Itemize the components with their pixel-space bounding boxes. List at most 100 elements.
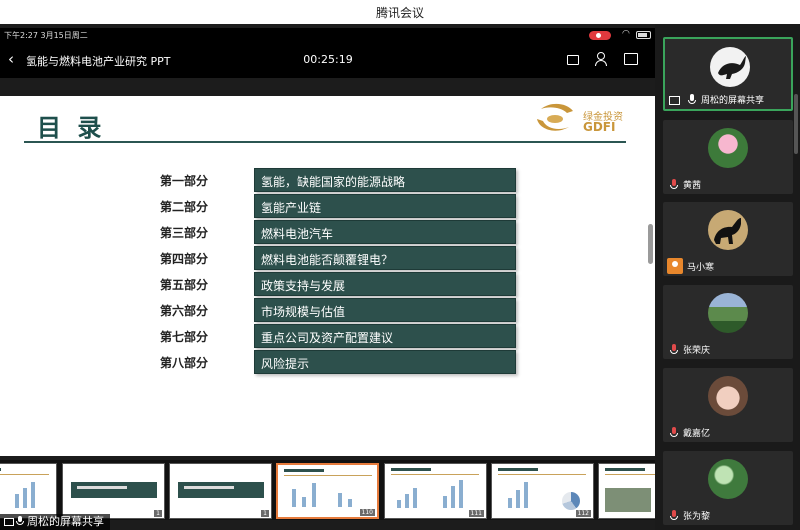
toc-title: 氢能产业链 <box>261 201 322 215</box>
thumb-header <box>605 468 645 471</box>
thumb-rule <box>284 475 372 476</box>
person-icon <box>667 258 683 274</box>
toc-title: 燃料电池汽车 <box>261 227 334 241</box>
logo-mark-icon <box>537 103 573 131</box>
logo-text-en: GDFI <box>583 120 616 134</box>
toc-row: 第三部分 燃料电池汽车 <box>160 220 520 244</box>
participant-tile[interactable]: 张为黎 <box>663 451 793 525</box>
toc-title-box: 氢能，缺能国家的能源战略 <box>254 168 516 192</box>
slide-thumbnail[interactable]: 1 <box>62 463 165 519</box>
thumb-photo <box>605 488 651 512</box>
fold-icon[interactable] <box>566 52 580 66</box>
thumb-number: 110 <box>359 509 375 516</box>
thumb-bar <box>524 482 528 508</box>
thumb-number: 112 <box>575 510 591 517</box>
toc-part-label: 第一部分 <box>160 174 209 188</box>
back-button[interactable]: ‹ <box>8 51 14 67</box>
mic-icon <box>687 94 697 105</box>
participant-name: 张为黎 <box>683 512 711 522</box>
thumb-rule <box>0 474 49 475</box>
mic-muted-icon <box>669 179 679 190</box>
participant-tile[interactable]: 周松的屏幕共享 <box>663 37 793 111</box>
toc-title: 风险提示 <box>261 357 310 371</box>
mic-muted-icon <box>669 510 679 521</box>
participant-name: 黄茜 <box>683 181 702 191</box>
screen-share-icon <box>669 96 680 105</box>
status-time: 下午2:27 3月15日周二 <box>4 31 88 40</box>
thumb-bar <box>348 499 352 507</box>
thumb-bar <box>413 488 417 508</box>
slide-thumbnail[interactable] <box>0 463 57 519</box>
toc-part-label: 第七部分 <box>160 330 209 344</box>
thumb-bar <box>397 500 401 508</box>
participant-tile[interactable]: 马小寒 <box>663 202 793 276</box>
device-status-bar: 下午2:27 3月15日周二 ◠ <box>0 28 655 42</box>
thumb-bar <box>443 496 447 508</box>
toc-row: 第八部分 风险提示 <box>160 350 520 374</box>
thumb-bar <box>23 488 27 508</box>
slide-heading: 目 录 <box>37 114 106 142</box>
battery-icon <box>636 31 651 39</box>
share-timer: 00:25:19 <box>303 53 353 66</box>
toc-title: 燃料电池能否颠覆锂电？ <box>261 253 394 267</box>
slide-scroll-handle[interactable] <box>648 224 653 264</box>
participant-name: 张荣庆 <box>683 346 711 356</box>
toc-title: 市场规模与估值 <box>261 305 346 319</box>
user-icon[interactable] <box>594 52 608 66</box>
participant-tile[interactable]: 黄茜 <box>663 120 793 194</box>
mic-muted-icon <box>669 344 679 355</box>
meeting-window: 腾讯会议 下午2:27 3月15日周二 ◠ ‹ 氢能与燃料电池产业研究 PPT … <box>0 0 800 530</box>
toc-part-label: 第二部分 <box>160 200 209 214</box>
app-title: 腾讯会议 <box>375 6 424 20</box>
toc-title-box: 风险提示 <box>254 350 516 374</box>
thumb-header <box>498 468 538 471</box>
participant-name: 戴嘉亿 <box>683 429 711 439</box>
thumb-bar <box>302 497 306 507</box>
heading-rule <box>24 141 626 143</box>
slide-thumbnail-strip: 1 1 110 111 112 <box>0 460 701 520</box>
toc-title-box: 燃料电池汽车 <box>254 220 516 244</box>
share-label-text: 周松的屏幕共享 <box>27 515 104 528</box>
toc-part-label: 第八部分 <box>160 356 209 370</box>
landscape-avatar <box>708 293 748 333</box>
company-logo: 绿金投资 GDFI <box>533 100 633 138</box>
thumb-bar <box>338 493 342 507</box>
mic-icon <box>16 516 24 526</box>
participants-scrollbar[interactable] <box>794 94 798 154</box>
thumb-section-text <box>77 486 127 489</box>
participant-name: 周松的屏幕共享 <box>701 96 765 106</box>
slide-thumbnail[interactable]: 111 <box>384 463 487 519</box>
message-icon[interactable] <box>624 52 638 66</box>
mic-muted-icon <box>669 427 679 438</box>
toc-part-label: 第六部分 <box>160 304 209 318</box>
thumb-bar <box>459 480 463 508</box>
thumb-number: 1 <box>261 510 269 517</box>
horse-sketch-avatar <box>710 47 750 87</box>
thumb-number: 1 <box>154 510 162 517</box>
toc-row: 第五部分 政策支持与发展 <box>160 272 520 296</box>
document-nav-bar: ‹ 氢能与燃料电池产业研究 PPT 00:25:19 <box>0 42 655 78</box>
participant-tile[interactable]: 戴嘉亿 <box>663 368 793 442</box>
toc-row: 第二部分 氢能产业链 <box>160 194 520 218</box>
plant-avatar <box>708 459 748 499</box>
child-avatar <box>708 376 748 416</box>
thumb-section-text <box>184 486 234 489</box>
slide-thumbnail[interactable]: 1 <box>169 463 272 519</box>
toc-title: 重点公司及资产配置建议 <box>261 331 394 345</box>
screen-share-label: 周松的屏幕共享 <box>0 514 110 530</box>
lotus-avatar <box>708 128 748 168</box>
wifi-icon: ◠ <box>622 29 630 39</box>
slide-thumbnail[interactable]: 112 <box>491 463 594 519</box>
slide-thumbnail-active[interactable]: 110 <box>276 463 379 519</box>
thumb-section-bar <box>178 482 264 498</box>
toc-row: 第四部分 燃料电池能否颠覆锂电？ <box>160 246 520 270</box>
document-title: 氢能与燃料电池产业研究 PPT <box>26 55 171 68</box>
toc-title-box: 氢能产业链 <box>254 194 516 218</box>
toc-part-label: 第五部分 <box>160 278 209 292</box>
recording-icon <box>589 31 611 40</box>
thumb-header <box>391 468 431 471</box>
thumb-header <box>284 469 324 472</box>
toc-part-label: 第四部分 <box>160 252 209 266</box>
thumb-bar <box>508 498 512 508</box>
participant-tile[interactable]: 张荣庆 <box>663 285 793 359</box>
